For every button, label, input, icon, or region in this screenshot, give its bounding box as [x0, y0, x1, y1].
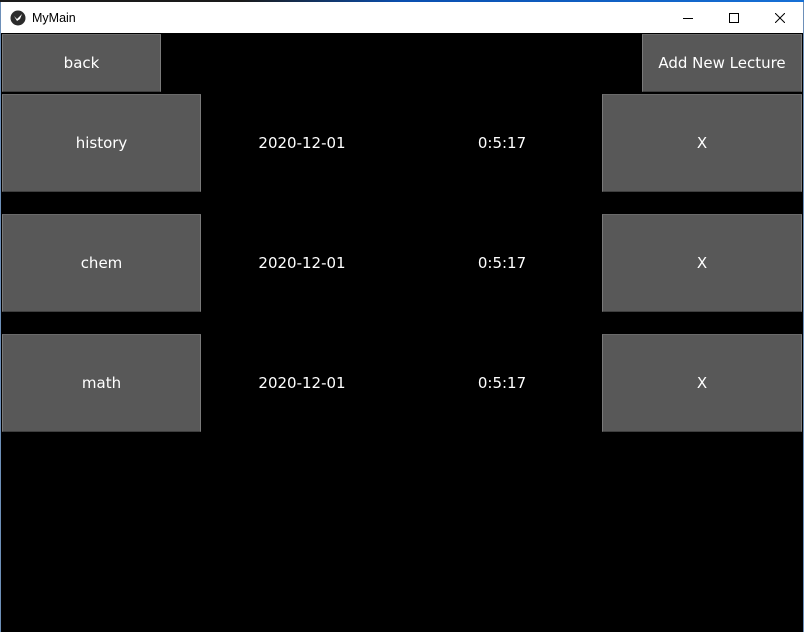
lecture-duration: 0:5:17 [477, 254, 527, 272]
delete-lecture-button[interactable]: X [602, 334, 802, 432]
lecture-date: 2020-12-01 [258, 254, 346, 272]
lecture-duration: 0:5:17 [477, 134, 527, 152]
lecture-duration: 0:5:17 [477, 374, 527, 392]
minimize-icon [683, 17, 693, 19]
lecture-name-button[interactable]: chem [2, 214, 201, 312]
add-new-lecture-button[interactable]: Add New Lecture [642, 34, 802, 92]
maximize-icon [729, 12, 739, 23]
kivy-app-icon [10, 10, 26, 26]
back-button[interactable]: back [2, 34, 161, 92]
close-button[interactable] [757, 2, 803, 33]
minimize-button[interactable] [665, 2, 711, 33]
maximize-button[interactable] [711, 2, 757, 33]
delete-lecture-button[interactable]: X [602, 214, 802, 312]
title-bar[interactable]: MyMain [1, 2, 803, 33]
lecture-name-button[interactable]: history [2, 94, 201, 192]
window-title: MyMain [32, 10, 76, 25]
delete-lecture-button[interactable]: X [602, 94, 802, 192]
main-content: back Add New Lecture history 2020-12-01 … [1, 33, 803, 632]
lecture-date: 2020-12-01 [258, 134, 346, 152]
close-icon [775, 12, 785, 23]
app-window: MyMain back Add New Lecture history 2020… [0, 2, 804, 632]
lecture-date: 2020-12-01 [258, 374, 346, 392]
lecture-name-button[interactable]: math [2, 334, 201, 432]
